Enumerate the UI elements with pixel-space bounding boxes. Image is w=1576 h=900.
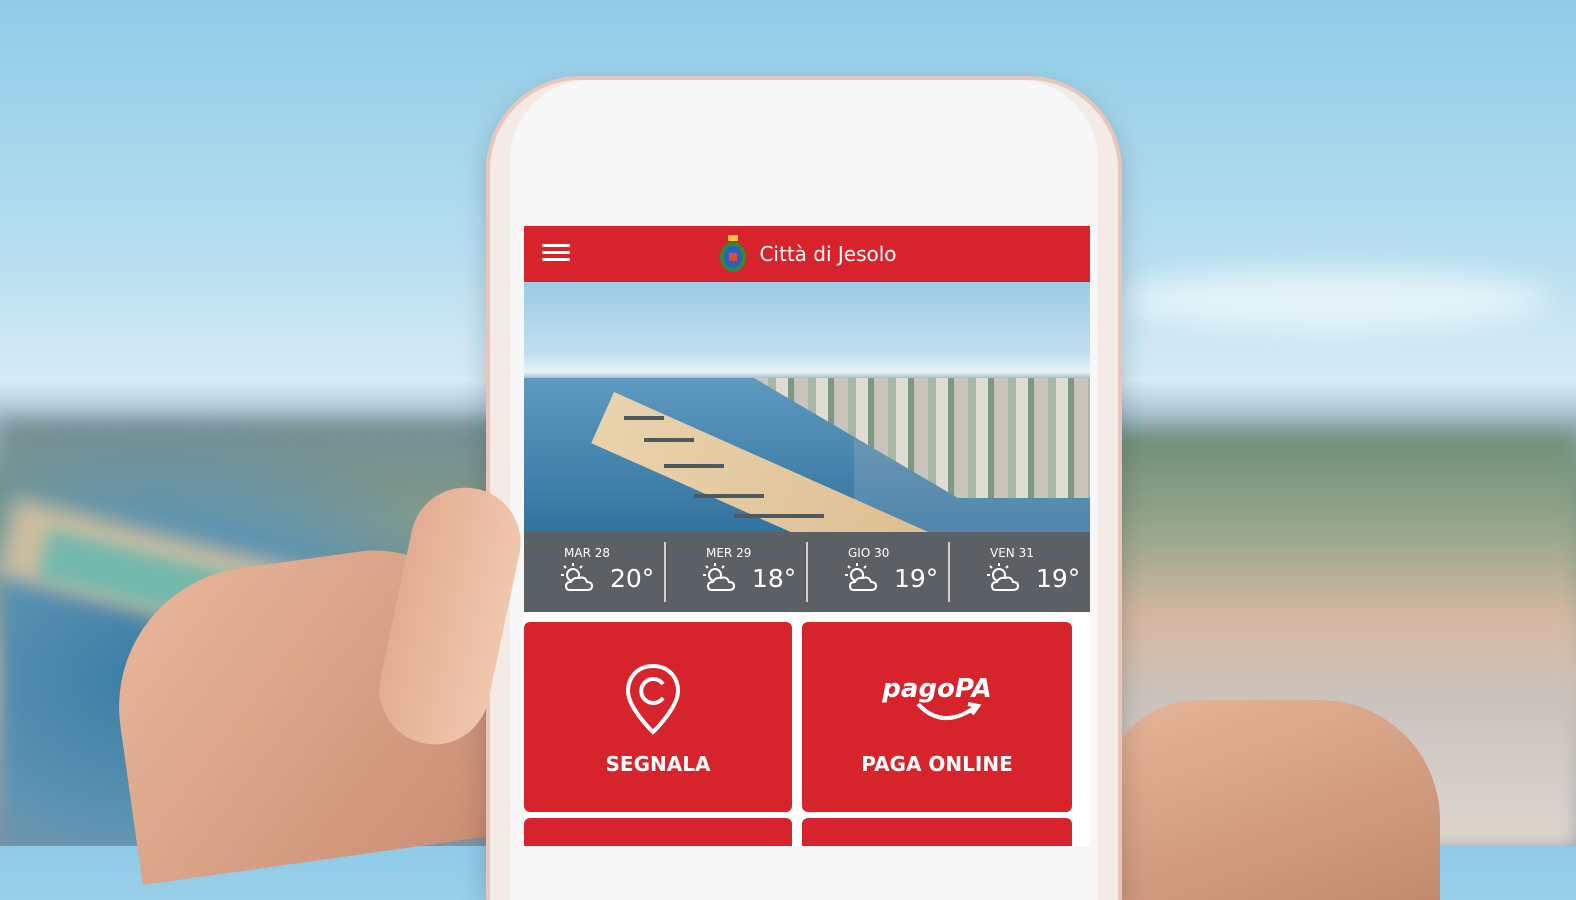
pagopa-logo-icon: pagoPA — [802, 674, 1072, 721]
partly-cloudy-icon — [845, 563, 878, 591]
weather-day: MER 29 18° — [666, 542, 808, 602]
weather-day-label: GIO 30 — [848, 546, 890, 560]
weather-temp: 19° — [1036, 564, 1081, 593]
weather-day: MAR 28 20° — [524, 542, 666, 602]
weather-temp: 20° — [610, 564, 655, 593]
weather-day-label: VEN 31 — [990, 546, 1034, 560]
right-hand — [1100, 700, 1440, 900]
weather-day-label: MAR 28 — [564, 546, 610, 560]
weather-day-label: MER 29 — [706, 546, 752, 560]
weather-temp: 19° — [894, 564, 939, 593]
weather-temp: 18° — [752, 564, 797, 593]
weather-forecast-bar: MAR 28 20° MER 29 18° GIO 30 19° VEN 31 … — [524, 532, 1090, 612]
city-crest-icon — [717, 235, 749, 273]
partly-cloudy-icon — [561, 563, 594, 591]
partly-cloudy-icon — [987, 563, 1020, 591]
hero-image-beach — [524, 282, 1090, 532]
app-header: Città di Jesolo — [524, 226, 1090, 282]
paga-online-button[interactable]: pagoPA PAGA ONLINE — [802, 622, 1072, 812]
weather-day: VEN 31 19° — [950, 542, 1090, 602]
tile-partial-right[interactable] — [802, 818, 1072, 846]
map-pin-icon — [625, 663, 681, 735]
tile-partial-left[interactable] — [524, 818, 792, 846]
action-tiles: SEGNALA pagoPA PAGA ONLINE — [524, 618, 1090, 846]
segnala-button[interactable]: SEGNALA — [524, 622, 792, 812]
hamburger-menu-icon[interactable] — [542, 244, 570, 264]
app-screen: Città di Jesolo MAR 28 20° MER 29 18° GI… — [524, 226, 1090, 846]
segnala-label: SEGNALA — [605, 752, 711, 776]
app-title: Città di Jesolo — [759, 242, 897, 266]
paga-online-label: PAGA ONLINE — [861, 752, 1013, 776]
partly-cloudy-icon — [703, 563, 736, 591]
weather-day: GIO 30 19° — [808, 542, 950, 602]
